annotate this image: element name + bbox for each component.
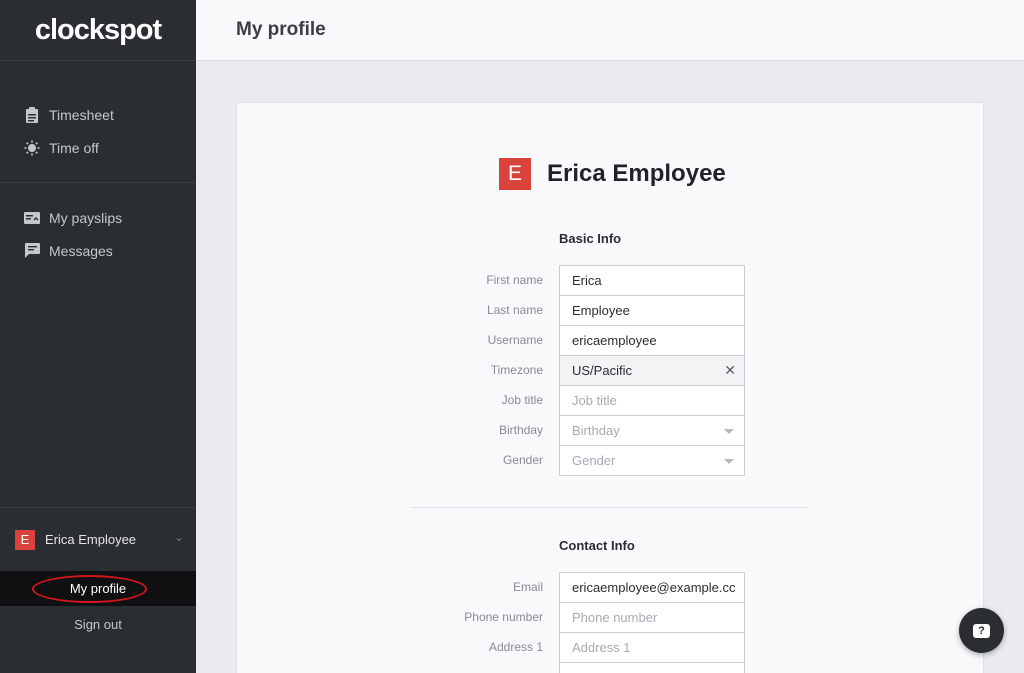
timezone-row: Timezone US/Pacific ✕ (237, 355, 985, 386)
page-title: My profile (236, 19, 326, 40)
clockspot-logo[interactable]: clockspot (0, 0, 196, 61)
gender-placeholder: Gender (572, 453, 616, 468)
sidebar-item-label: Messages (49, 242, 113, 259)
highlight-ring (32, 575, 147, 603)
help-icon: ? (973, 623, 990, 638)
clear-icon[interactable]: ✕ (724, 362, 736, 379)
avatar: E (499, 158, 531, 190)
address-1-field[interactable]: Address 1 (559, 632, 745, 663)
email-row: Email ericaemployee@example.cc (237, 572, 985, 603)
timezone-value: US/Pacific (572, 363, 632, 378)
field-label: Gender (502, 453, 543, 467)
sidebar-item-messages[interactable]: Messages (0, 234, 196, 267)
avatar: E (15, 529, 35, 550)
first-name-row: First name Erica (237, 265, 985, 296)
sidebar-item-label: Time off (49, 139, 99, 156)
email-field[interactable]: ericaemployee@example.cc (559, 572, 745, 603)
payslip-icon (24, 210, 40, 226)
section-divider (411, 507, 809, 508)
nav-group-time: Timesheet Time off (0, 61, 196, 183)
chevron-down-icon: ⌄ (173, 530, 184, 544)
chat-icon (24, 243, 40, 259)
last-name-row: Last name Employee (237, 295, 985, 326)
birthday-placeholder: Birthday (572, 423, 620, 438)
profile-name: Erica Employee (547, 160, 726, 187)
address-1-row: Address 1 Address 1 (237, 632, 985, 663)
field-label: Phone number (464, 610, 543, 624)
field-label: First name (486, 273, 543, 287)
field-label: Job title (501, 393, 543, 407)
user-menu[interactable]: E Erica Employee ⌄ (0, 507, 196, 571)
caret-down-icon (724, 459, 734, 464)
nav-group-personal: My payslips Messages (0, 183, 196, 267)
page-header: My profile (196, 0, 1024, 61)
gender-select[interactable]: Gender (559, 445, 745, 476)
field-label: Username (487, 333, 543, 347)
birthday-row: Birthday Birthday (237, 415, 985, 446)
username-field[interactable]: ericaemployee (559, 325, 745, 356)
contact-info-title: Contact Info (559, 538, 635, 553)
username-row: Username ericaemployee (237, 325, 985, 356)
gender-row: Gender Gender (237, 445, 985, 476)
field-label: Birthday (498, 423, 543, 437)
sidebar-item-label: My payslips (49, 209, 123, 226)
field-label: Address 1 (488, 640, 543, 654)
sidebar: clockspot Timesheet Time off My payslips (0, 0, 196, 673)
my-profile-link[interactable]: My profile (0, 571, 196, 606)
first-name-field[interactable]: Erica (559, 265, 745, 296)
field-label: Last name (486, 303, 543, 317)
sidebar-item-my-payslips[interactable]: My payslips (0, 201, 196, 234)
clipboard-icon (24, 106, 40, 123)
profile-card: E Erica Employee Basic Info First name E… (236, 102, 984, 673)
job-title-field[interactable]: Job title (559, 385, 745, 416)
sun-icon (24, 140, 40, 156)
sidebar-item-timesheet[interactable]: Timesheet (0, 98, 196, 131)
job-title-row: Job title Job title (237, 385, 985, 416)
address-2-row (237, 662, 985, 673)
sign-out-link[interactable]: Sign out (0, 612, 196, 636)
phone-row: Phone number Phone number (237, 602, 985, 633)
sidebar-item-label: Timesheet (49, 106, 114, 123)
basic-info-title: Basic Info (559, 231, 622, 246)
birthday-select[interactable]: Birthday (559, 415, 745, 446)
sidebar-item-time-off[interactable]: Time off (0, 131, 196, 164)
timezone-select[interactable]: US/Pacific ✕ (559, 355, 745, 386)
field-label: Timezone (490, 363, 543, 377)
user-name: Erica Employee (45, 532, 137, 547)
help-chat-button[interactable]: ? (959, 608, 1004, 653)
phone-field[interactable]: Phone number (559, 602, 745, 633)
field-label: Email (512, 580, 543, 594)
address-2-field[interactable] (559, 662, 745, 673)
last-name-field[interactable]: Employee (559, 295, 745, 326)
profile-heading: E Erica Employee (499, 158, 726, 190)
caret-down-icon (724, 429, 734, 434)
